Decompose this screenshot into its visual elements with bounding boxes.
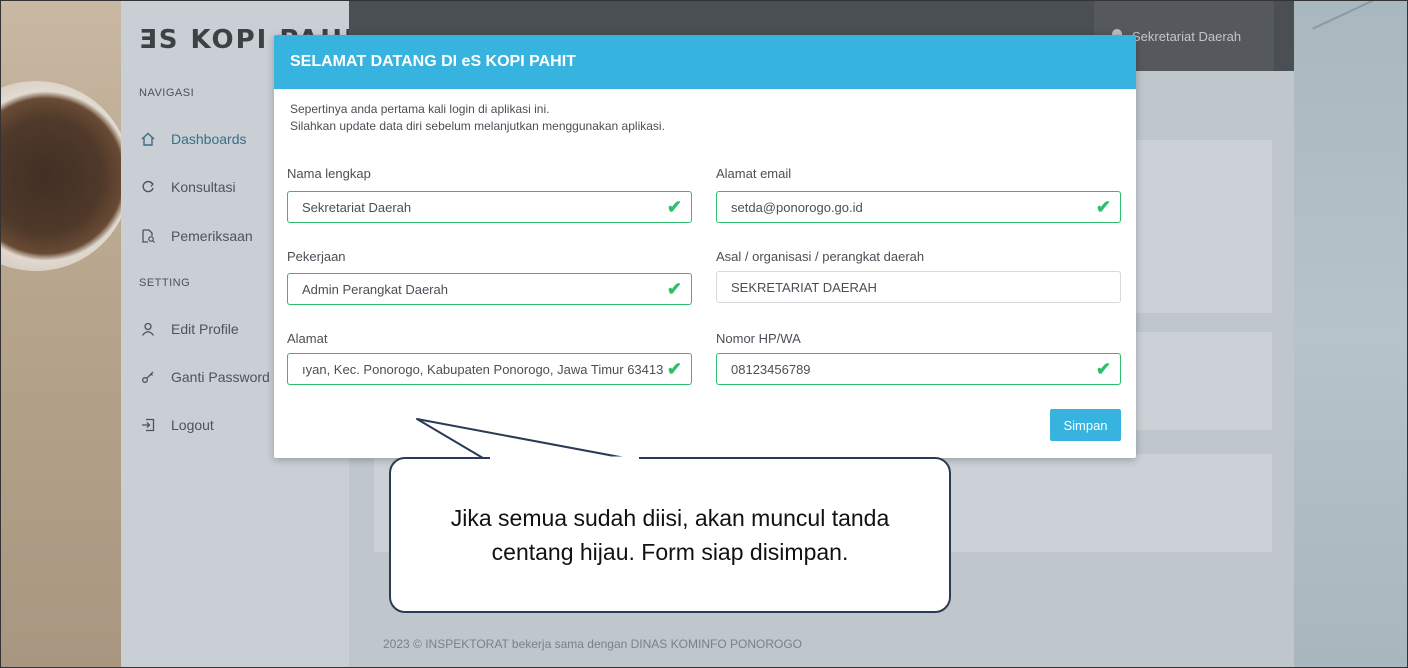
field-value: SEKRETARIAT DAERAH — [731, 279, 877, 295]
sidebar-item-logout[interactable]: Logout — [137, 410, 214, 440]
modal-title: SELAMAT DATANG DI eS KOPI PAHIT — [274, 35, 1136, 89]
field-value: ıyan, Kec. Ponorogo, Kabupaten Ponorogo,… — [302, 361, 664, 377]
simpan-button[interactable]: Simpan — [1050, 409, 1121, 441]
field-value: setda@ponorogo.go.id — [731, 199, 863, 215]
sidebar-item-label: Ganti Password — [171, 369, 270, 385]
sidebar-item-label: Logout — [171, 417, 214, 433]
nomor-hp-field[interactable]: 08123456789 ✔ — [716, 353, 1121, 385]
key-icon — [137, 370, 159, 384]
label-alamat-email: Alamat email — [716, 166, 792, 181]
label-pekerjaan: Pekerjaan — [287, 249, 346, 264]
check-icon: ✔ — [666, 359, 682, 379]
sidebar-item-konsultasi[interactable]: Konsultasi — [137, 172, 236, 202]
sidebar-item-pemeriksaan[interactable]: Pemeriksaan — [137, 221, 253, 251]
check-icon: ✔ — [666, 197, 682, 217]
label-nama-lengkap: Nama lengkap — [287, 166, 371, 181]
intro-line: Sepertinya anda pertama kali login di ap… — [290, 102, 550, 116]
background-decoration — [1312, 1, 1402, 65]
intro-line: Silahkan update data diri sebelum melanj… — [290, 119, 665, 133]
label-alamat: Alamat — [287, 331, 328, 346]
check-icon: ✔ — [1095, 197, 1111, 217]
callout-text: Jika semua sudah diisi, akan muncul tand… — [450, 505, 890, 565]
field-value: Sekretariat Daerah — [302, 199, 412, 215]
modal-intro: Sepertinya anda pertama kali login di ap… — [290, 101, 665, 135]
sidebar-item-label: Konsultasi — [171, 179, 236, 195]
pekerjaan-field[interactable]: Admin Perangkat Daerah ✔ — [287, 273, 692, 305]
sidebar-section-navigasi: NAVIGASI — [139, 87, 195, 99]
coffee-cup-image — [1, 81, 131, 271]
alamat-field[interactable]: ıyan, Kec. Ponorogo, Kabupaten Ponorogo,… — [287, 353, 692, 385]
user-icon — [137, 322, 159, 336]
sidebar-item-dashboards[interactable]: Dashboards — [137, 124, 247, 154]
email-field[interactable]: setda@ponorogo.go.id ✔ — [716, 191, 1121, 223]
welcome-modal: SELAMAT DATANG DI eS KOPI PAHIT Sepertin… — [274, 35, 1136, 458]
user-name: Sekretariat Daerah — [1132, 28, 1242, 44]
asal-organisasi-field[interactable]: SEKRETARIAT DAERAH — [716, 271, 1121, 303]
home-icon — [137, 132, 159, 146]
footer-text: 2023 © INSPEKTORAT bekerja sama dengan D… — [383, 637, 802, 651]
sidebar-item-edit-profile[interactable]: Edit Profile — [137, 314, 239, 344]
background-desk-left — [1, 1, 131, 667]
sidebar-item-label: Edit Profile — [171, 321, 239, 337]
callout-bubble: Jika semua sudah diisi, akan muncul tand… — [389, 457, 951, 613]
check-icon: ✔ — [1095, 359, 1111, 379]
background-desk-right — [1292, 1, 1407, 667]
document-search-icon — [137, 229, 159, 243]
label-asal-organisasi: Asal / organisasi / perangkat daerah — [716, 249, 925, 264]
screenshot-frame: ƎS KOPI PAHIT NAVIGASI Dashboards Konsul… — [0, 0, 1408, 668]
refresh-icon — [137, 180, 159, 194]
check-icon: ✔ — [666, 279, 682, 299]
nama-lengkap-field[interactable]: Sekretariat Daerah ✔ — [287, 191, 692, 223]
sidebar-section-setting: SETTING — [139, 277, 191, 289]
field-value: 08123456789 — [731, 361, 811, 377]
sidebar-item-label: Pemeriksaan — [171, 228, 253, 244]
sidebar-item-ganti-password[interactable]: Ganti Password — [137, 362, 270, 392]
logout-icon — [137, 418, 159, 432]
label-nomor-hp: Nomor HP/WA — [716, 331, 801, 346]
sidebar-item-label: Dashboards — [171, 131, 247, 147]
field-value: Admin Perangkat Daerah — [302, 281, 448, 297]
